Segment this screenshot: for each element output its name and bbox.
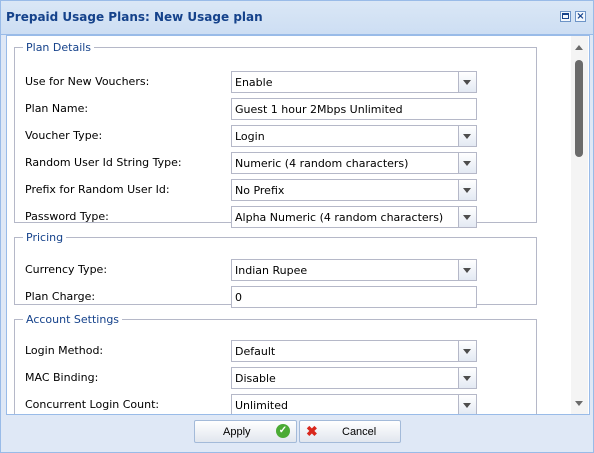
password-type-row: Password Type: Alpha Numeric (4 random c… (25, 206, 535, 228)
dialog-footer: Apply ✓ ✖ Cancel (1, 414, 593, 452)
voucher-type-label: Voucher Type: (25, 129, 103, 142)
prefix-row: Prefix for Random User Id: No Prefix (25, 179, 535, 201)
use-for-new-vouchers-row: Use for New Vouchers: Enable (25, 71, 535, 93)
vertical-scrollbar[interactable] (571, 36, 588, 414)
prefix-label: Prefix for Random User Id: (25, 183, 170, 196)
chevron-down-icon[interactable] (458, 395, 476, 414)
login-method-select[interactable]: Default (231, 340, 477, 362)
close-icon: ✖ (306, 423, 318, 439)
plan-charge-value: 0 (235, 291, 242, 304)
voucher-type-row: Voucher Type: Login (25, 125, 535, 147)
plan-name-value: Guest 1 hour 2Mbps Unlimited (235, 103, 403, 116)
prefix-select[interactable]: No Prefix (231, 179, 477, 201)
password-type-value: Alpha Numeric (4 random characters) (235, 211, 444, 224)
cancel-button-label: Cancel (342, 426, 377, 438)
voucher-type-value: Login (235, 130, 265, 143)
plan-details-fieldset: Plan Details Use for New Vouchers: Enabl… (14, 41, 537, 228)
plan-charge-label: Plan Charge: (25, 290, 96, 303)
plan-charge-row: Plan Charge: 0 (25, 286, 535, 308)
login-method-row: Login Method: Default (25, 340, 535, 362)
voucher-type-select[interactable]: Login (231, 125, 477, 147)
currency-type-label: Currency Type: (25, 263, 108, 276)
password-type-label: Password Type: (25, 210, 109, 223)
plan-name-label: Plan Name: (25, 102, 89, 115)
concurrent-login-label: Concurrent Login Count: (25, 398, 160, 411)
cancel-button[interactable]: ✖ Cancel (299, 420, 401, 443)
scroll-down-icon[interactable] (575, 401, 583, 406)
use-for-new-vouchers-select[interactable]: Enable (231, 71, 477, 93)
chevron-down-icon[interactable] (458, 153, 476, 173)
chevron-down-icon[interactable] (458, 368, 476, 388)
scrollbar-thumb[interactable] (575, 60, 583, 157)
check-icon: ✓ (276, 424, 290, 438)
random-user-id-type-select[interactable]: Numeric (4 random characters) (231, 152, 477, 174)
apply-button[interactable]: Apply ✓ (194, 420, 297, 443)
currency-type-value: Indian Rupee (235, 264, 308, 277)
account-settings-legend: Account Settings (26, 313, 120, 326)
use-for-new-vouchers-label: Use for New Vouchers: (25, 75, 150, 88)
prefix-value: No Prefix (235, 184, 285, 197)
dialog-body: Plan Details Use for New Vouchers: Enabl… (6, 35, 590, 415)
random-user-id-type-label: Random User Id String Type: (25, 156, 182, 169)
chevron-down-icon[interactable] (458, 207, 476, 227)
chevron-down-icon[interactable] (458, 180, 476, 200)
concurrent-login-value: Unlimited (235, 399, 288, 412)
account-settings-fieldset: Account Settings Login Method: Default M… (14, 313, 537, 414)
login-method-label: Login Method: (25, 344, 104, 357)
pricing-fieldset: Pricing Currency Type: Indian Rupee Plan… (14, 231, 537, 308)
close-icon[interactable]: × (575, 11, 586, 22)
plan-name-row: Plan Name: Guest 1 hour 2Mbps Unlimited (25, 98, 535, 120)
mac-binding-row: MAC Binding: Disable (25, 367, 535, 389)
random-user-id-type-row: Random User Id String Type: Numeric (4 r… (25, 152, 535, 174)
maximize-icon[interactable] (560, 11, 571, 22)
dialog-title: Prepaid Usage Plans: New Usage plan (6, 10, 263, 24)
dialog-titlebar[interactable]: Prepaid Usage Plans: New Usage plan × (1, 1, 593, 35)
currency-type-row: Currency Type: Indian Rupee (25, 259, 535, 281)
chevron-down-icon[interactable] (458, 260, 476, 280)
plan-charge-input[interactable]: 0 (231, 286, 477, 308)
chevron-down-icon[interactable] (458, 341, 476, 361)
use-for-new-vouchers-value: Enable (235, 76, 273, 89)
concurrent-login-row: Concurrent Login Count: Unlimited (25, 394, 535, 414)
mac-binding-label: MAC Binding: (25, 371, 99, 384)
scroll-up-icon[interactable] (575, 45, 583, 50)
password-type-select[interactable]: Alpha Numeric (4 random characters) (231, 206, 477, 228)
pricing-legend: Pricing (26, 231, 64, 244)
mac-binding-value: Disable (235, 372, 276, 385)
login-method-value: Default (235, 345, 276, 358)
mac-binding-select[interactable]: Disable (231, 367, 477, 389)
plan-details-legend: Plan Details (26, 41, 92, 54)
random-user-id-type-value: Numeric (4 random characters) (235, 157, 409, 170)
chevron-down-icon[interactable] (458, 72, 476, 92)
form-content: Plan Details Use for New Vouchers: Enabl… (7, 36, 570, 414)
concurrent-login-select[interactable]: Unlimited (231, 394, 477, 414)
chevron-down-icon[interactable] (458, 126, 476, 146)
currency-type-select[interactable]: Indian Rupee (231, 259, 477, 281)
plan-name-input[interactable]: Guest 1 hour 2Mbps Unlimited (231, 98, 477, 120)
apply-button-label: Apply (223, 426, 251, 438)
usage-plan-dialog: Prepaid Usage Plans: New Usage plan × Pl… (0, 0, 594, 453)
